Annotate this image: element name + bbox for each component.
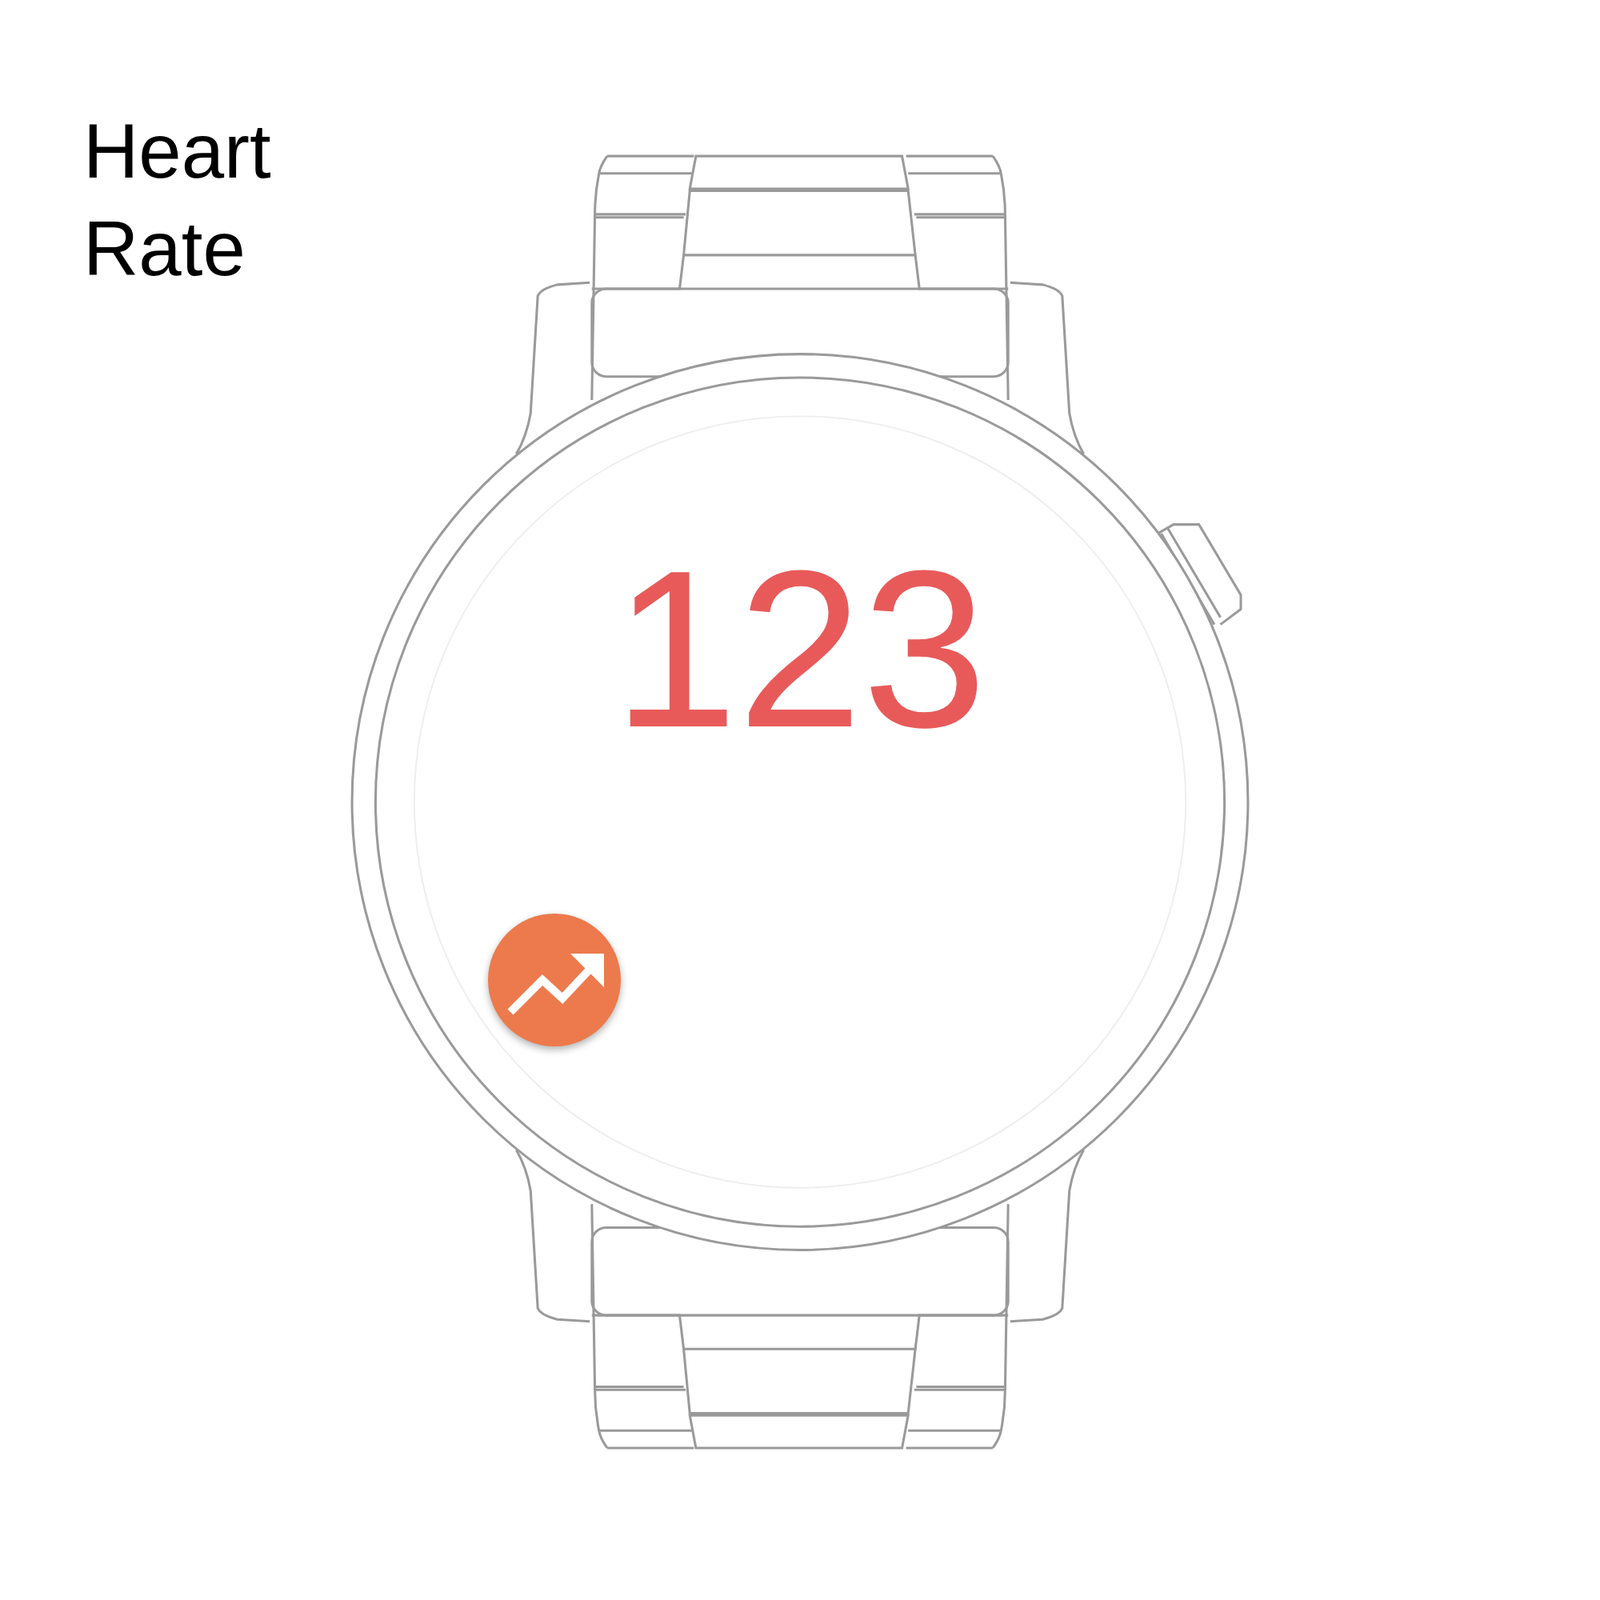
canvas: Heart Rate bbox=[0, 0, 1600, 1600]
trend-button[interactable] bbox=[488, 913, 621, 1047]
heart-rate-value: 123 bbox=[0, 536, 1600, 761]
page-title: Heart Rate bbox=[83, 102, 348, 298]
trending-up-icon bbox=[498, 936, 611, 1024]
watch-icon bbox=[0, 0, 1600, 1600]
